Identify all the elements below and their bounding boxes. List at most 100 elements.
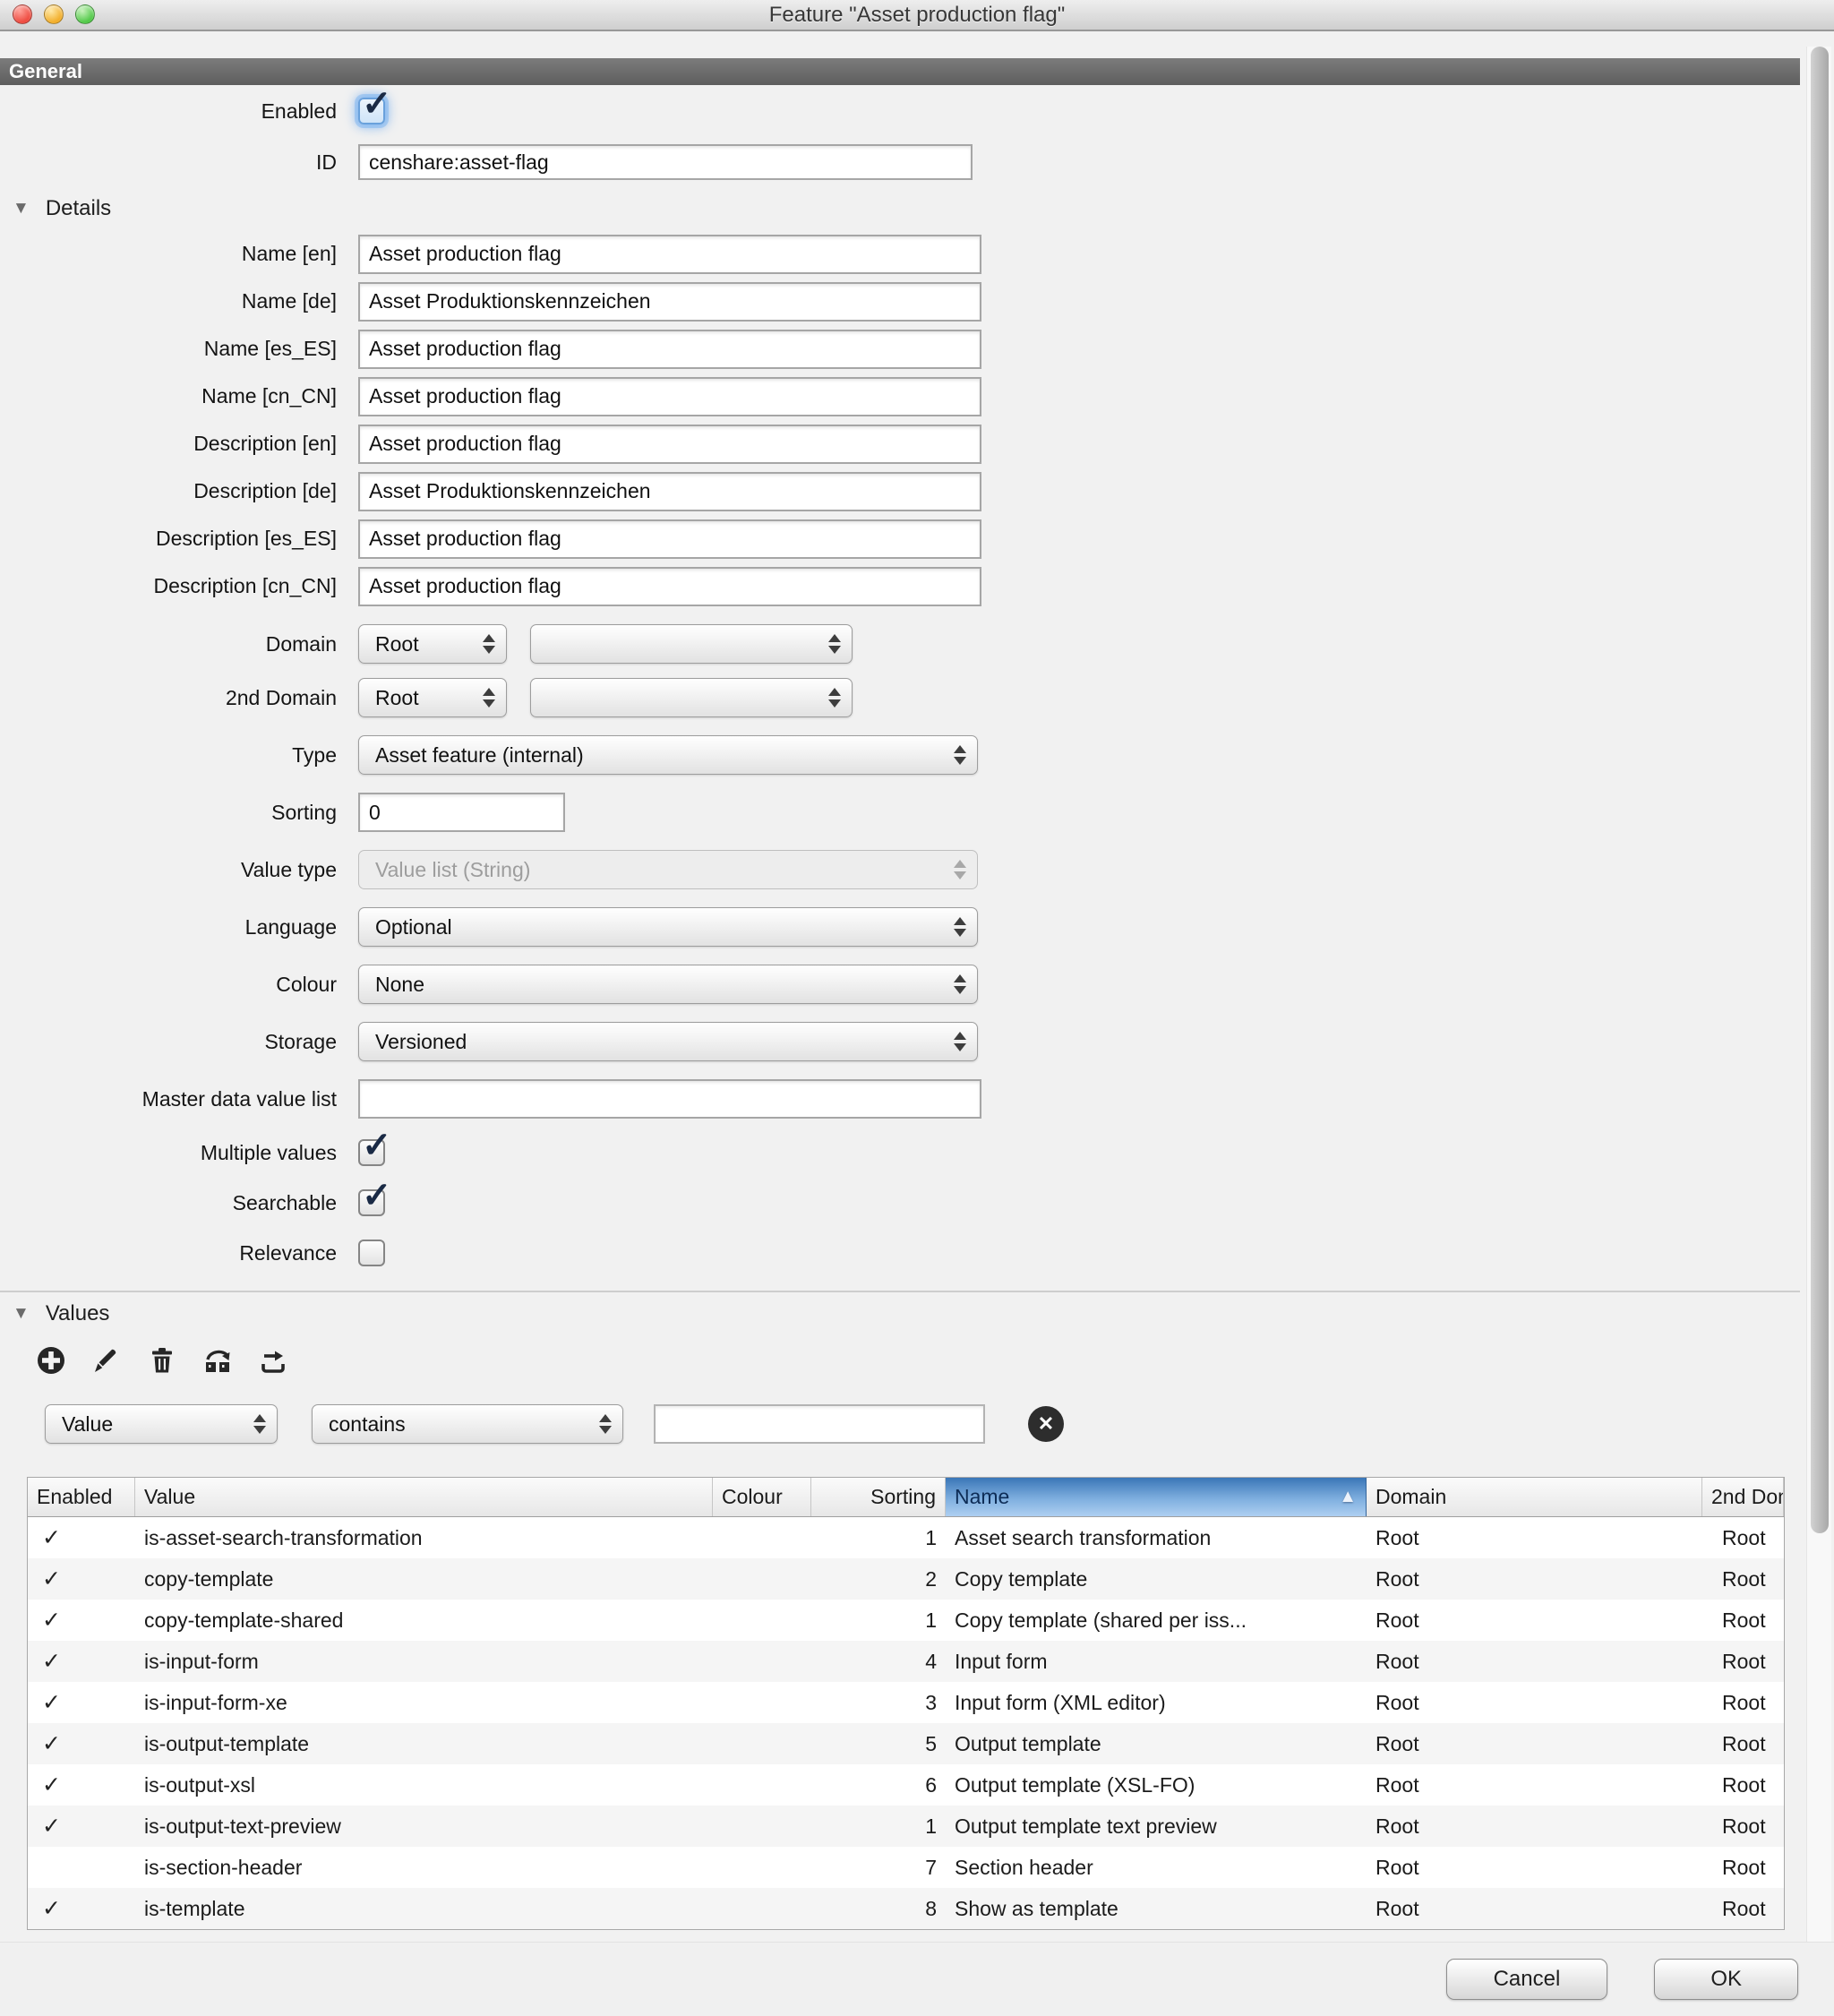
- ok-button[interactable]: OK: [1654, 1959, 1798, 2000]
- cancel-button[interactable]: Cancel: [1446, 1959, 1608, 2000]
- filter-operator-select[interactable]: contains: [312, 1404, 623, 1444]
- value-row[interactable]: ✓is-asset-search-transformation1Asset se…: [28, 1517, 1784, 1558]
- domain2-label: 2nd Domain: [0, 686, 358, 710]
- delete-value-button[interactable]: [145, 1343, 179, 1377]
- row-cell: Copy template (shared per iss...: [946, 1600, 1367, 1641]
- trash-icon: [146, 1344, 178, 1377]
- type-select[interactable]: Asset feature (internal): [358, 735, 978, 775]
- disclosure-triangle-icon: ▼: [13, 199, 30, 219]
- add-value-button[interactable]: [34, 1343, 68, 1377]
- values-section-title: Values: [46, 1301, 110, 1326]
- detail-field-input[interactable]: [358, 519, 981, 559]
- column-header-enabled[interactable]: Enabled: [28, 1478, 135, 1516]
- detail-field-input[interactable]: [358, 235, 981, 274]
- clear-filter-button[interactable]: ✕: [1028, 1406, 1064, 1442]
- values-disclosure[interactable]: ▼ Values: [0, 1292, 1800, 1335]
- zoom-window-button[interactable]: [75, 4, 95, 24]
- detail-field-input[interactable]: [358, 282, 981, 322]
- row-cell: is-section-header: [135, 1847, 713, 1888]
- relevance-checkbox[interactable]: [358, 1240, 385, 1266]
- storage-select[interactable]: Versioned: [358, 1022, 978, 1061]
- value-row[interactable]: ✓is-input-form-xe3Input form (XML editor…: [28, 1682, 1784, 1723]
- column-header-name-sorted[interactable]: Name ▲: [946, 1478, 1367, 1516]
- transfer-values-button[interactable]: [201, 1343, 235, 1377]
- dialog-footer: Cancel OK: [0, 1942, 1834, 2016]
- row-cell: Input form: [946, 1641, 1367, 1682]
- value-type-select: Value list (String): [358, 850, 978, 889]
- row-enabled-checkmark: ✓: [28, 1682, 135, 1723]
- detail-field-label: Name [es_ES]: [0, 337, 358, 361]
- detail-field-input[interactable]: [358, 425, 981, 464]
- detail-field-input[interactable]: [358, 330, 981, 369]
- filter-field-select[interactable]: Value: [45, 1404, 278, 1444]
- value-row[interactable]: ✓is-input-form4Input formRootRoot: [28, 1641, 1784, 1682]
- row-cell: 2: [811, 1558, 946, 1600]
- row-cell: 4: [811, 1641, 946, 1682]
- row-cell: Copy template: [946, 1558, 1367, 1600]
- detail-field-input[interactable]: [358, 472, 981, 511]
- minimize-window-button[interactable]: [44, 4, 64, 24]
- row-cell: [713, 1641, 811, 1682]
- id-input[interactable]: [358, 144, 973, 180]
- domain-sub-select[interactable]: [530, 624, 853, 664]
- column-header-sorting[interactable]: Sorting: [811, 1478, 946, 1516]
- detail-field-label: Description [en]: [0, 432, 358, 456]
- row-cell: Root: [1702, 1723, 1784, 1764]
- vertical-scrollbar-thumb[interactable]: [1811, 47, 1829, 1533]
- row-cell: Root: [1702, 1764, 1784, 1806]
- export-values-button[interactable]: [256, 1343, 290, 1377]
- master-data-value-list-input[interactable]: [358, 1079, 981, 1119]
- row-cell: is-input-form-xe: [135, 1682, 713, 1723]
- value-row[interactable]: ✓copy-template2Copy templateRootRoot: [28, 1558, 1784, 1600]
- row-cell: 1: [811, 1517, 946, 1558]
- value-row[interactable]: ✓copy-template-shared1Copy template (sha…: [28, 1600, 1784, 1641]
- row-cell: is-template: [135, 1888, 713, 1929]
- stepper-arrows-icon: [828, 688, 841, 708]
- column-header-2nd-domain[interactable]: 2nd Domain: [1702, 1478, 1784, 1516]
- pencil-icon: [90, 1344, 123, 1377]
- value-row[interactable]: ✓is-output-xsl6Output template (XSL-FO)R…: [28, 1764, 1784, 1806]
- edit-value-button[interactable]: [90, 1343, 124, 1377]
- detail-field-label: Description [cn_CN]: [0, 574, 358, 598]
- value-row[interactable]: ✓is-output-text-preview1Output template …: [28, 1806, 1784, 1847]
- domain2-sub-select[interactable]: [530, 678, 853, 717]
- row-cell: Root: [1367, 1847, 1702, 1888]
- row-enabled-checkmark: ✓: [28, 1806, 135, 1847]
- value-row[interactable]: ✓is-template8Show as templateRootRoot: [28, 1888, 1784, 1929]
- enabled-checkbox[interactable]: ✓: [358, 98, 385, 124]
- filter-query-input[interactable]: [654, 1404, 985, 1444]
- language-select[interactable]: Optional: [358, 907, 978, 947]
- stepper-arrows-icon: [253, 1414, 266, 1434]
- row-cell: Output template text preview: [946, 1806, 1367, 1847]
- row-cell: Output template: [946, 1723, 1367, 1764]
- details-disclosure[interactable]: ▼ Details: [0, 187, 1800, 230]
- row-cell: 3: [811, 1682, 946, 1723]
- row-cell: is-output-xsl: [135, 1764, 713, 1806]
- dialog-top-strip: [0, 31, 1834, 58]
- sorting-label: Sorting: [0, 801, 358, 825]
- column-header-domain[interactable]: Domain: [1367, 1478, 1702, 1516]
- searchable-label: Searchable: [0, 1191, 358, 1215]
- detail-field-input[interactable]: [358, 377, 981, 416]
- column-header-value[interactable]: Value: [135, 1478, 713, 1516]
- domain-select[interactable]: Root: [358, 624, 507, 664]
- relevance-label: Relevance: [0, 1241, 358, 1265]
- close-window-button[interactable]: [13, 4, 32, 24]
- row-enabled-checkmark: ✓: [28, 1641, 135, 1682]
- column-header-colour[interactable]: Colour: [713, 1478, 811, 1516]
- clear-filter-icon: ✕: [1038, 1412, 1054, 1436]
- value-row[interactable]: ✓is-output-template5Output templateRootR…: [28, 1723, 1784, 1764]
- domain2-select[interactable]: Root: [358, 678, 507, 717]
- multiple-values-checkbox[interactable]: ✓: [358, 1139, 385, 1166]
- row-cell: Root: [1702, 1558, 1784, 1600]
- detail-field-input[interactable]: [358, 567, 981, 606]
- vertical-scrollbar[interactable]: [1806, 47, 1831, 1954]
- title-bar: Feature "Asset production flag": [0, 0, 1834, 31]
- colour-select[interactable]: None: [358, 965, 978, 1004]
- window-title: Feature "Asset production flag": [0, 3, 1834, 28]
- searchable-checkbox[interactable]: ✓: [358, 1189, 385, 1216]
- row-enabled-checkmark: ✓: [28, 1600, 135, 1641]
- sorting-input[interactable]: [358, 793, 565, 832]
- row-cell: [713, 1558, 811, 1600]
- value-row[interactable]: is-section-header7Section headerRootRoot: [28, 1847, 1784, 1888]
